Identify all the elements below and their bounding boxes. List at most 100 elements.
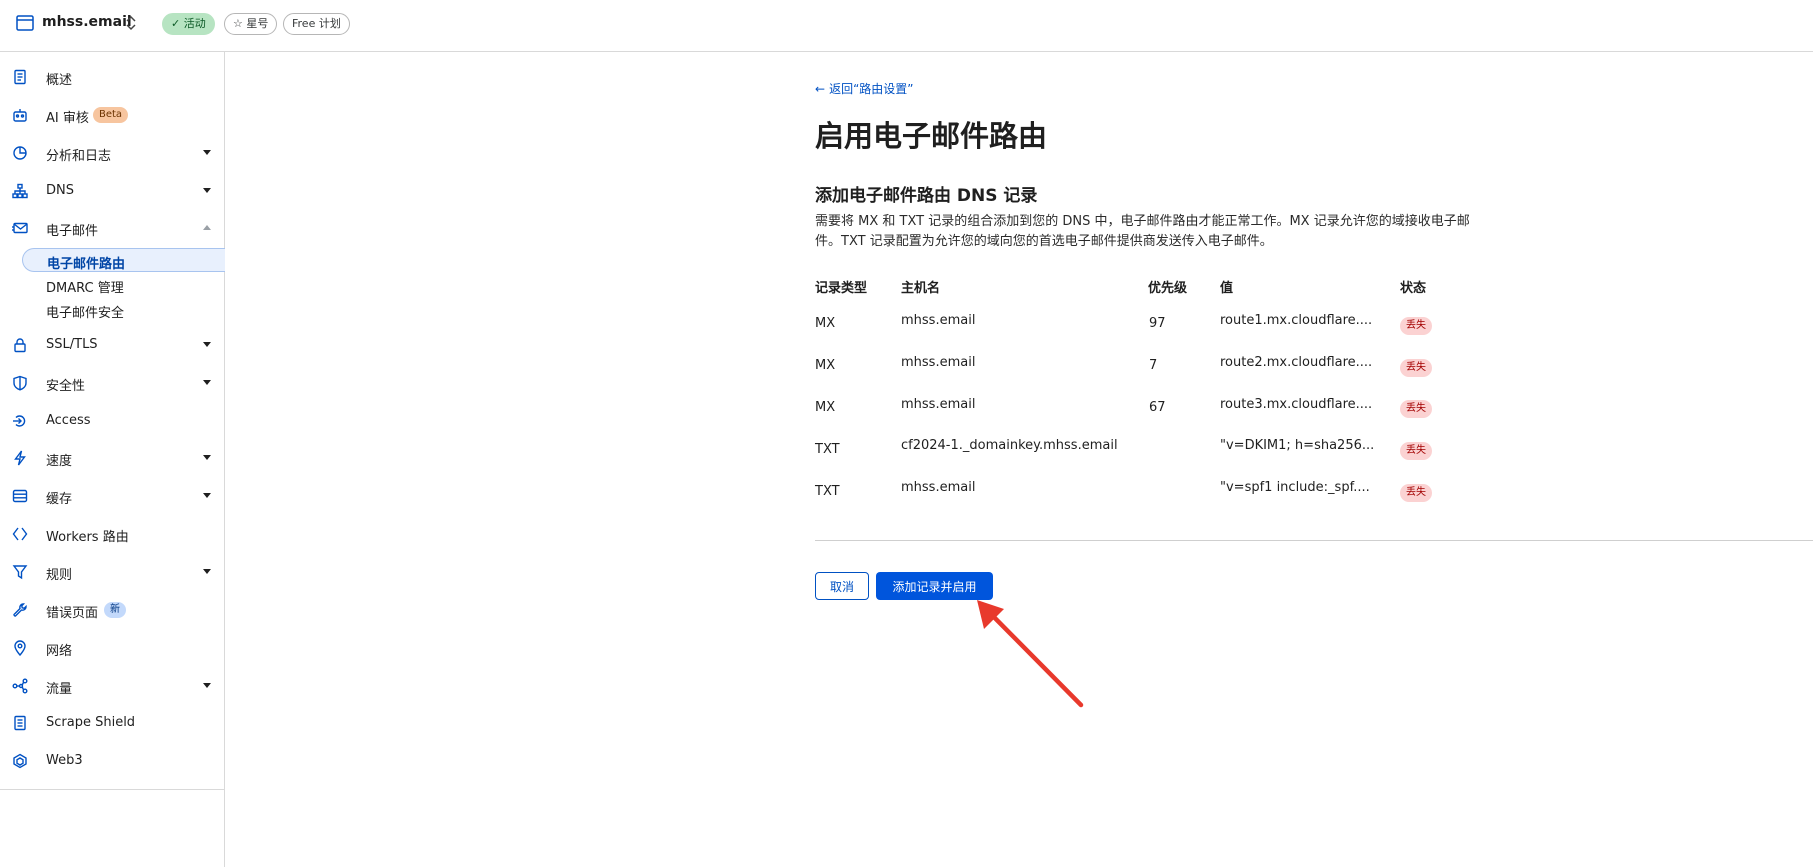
record-value: route3.mx.cloudflare.... [1220, 397, 1373, 412]
sidebar-item-traffic[interactable]: 流量 [0, 671, 224, 701]
status-badge-active: ✓ 活动 [162, 13, 215, 35]
sidebar-item-dns[interactable]: DNS [0, 176, 224, 206]
network-icon [12, 183, 28, 199]
sidebar-item-error-pages[interactable]: 错误页面 新 [0, 595, 224, 625]
workers-icon [12, 527, 28, 541]
section-description: 需要将 MX 和 TXT 记录的组合添加到您的 DNS 中，电子邮件路由才能正常… [815, 214, 1470, 249]
web3-icon [13, 753, 27, 769]
top-bar: mhss.email ✓ 活动 ☆ 星号 Free 计划 [0, 0, 1813, 52]
sidebar-item-label: 概述 [46, 73, 73, 88]
record-value: route2.mx.cloudflare.... [1220, 355, 1373, 370]
record-type: MX [815, 358, 836, 373]
column-header-type: 记录类型 [815, 281, 868, 296]
status-badge-missing: 丢失 [1400, 442, 1432, 460]
chevron-up-down-icon[interactable] [124, 14, 138, 32]
record-host: mhss.email [901, 480, 976, 495]
sidebar-item-overview[interactable]: 概述 [0, 62, 224, 92]
record-priority: 67 [1149, 400, 1166, 415]
record-host: mhss.email [901, 397, 976, 412]
star-button[interactable]: ☆ 星号 [224, 13, 278, 35]
sidebar-item-security[interactable]: 安全性 [0, 368, 224, 398]
sidebar-item-speed[interactable]: 速度 [0, 443, 224, 473]
column-header-status: 状态 [1400, 281, 1427, 296]
sidebar-item-label: 分析和日志 [46, 149, 112, 164]
record-priority: 97 [1149, 316, 1166, 331]
sidebar-item-label: AI 审核 [46, 111, 89, 126]
sidebar-item-label: 网络 [46, 644, 73, 659]
caret-down-icon [203, 569, 211, 574]
caret-down-icon [203, 493, 211, 498]
sidebar-subitem-dmarc[interactable]: DMARC 管理 [22, 273, 225, 297]
shield-icon [13, 375, 27, 391]
sidebar-item-label: 规则 [46, 568, 73, 583]
sidebar-divider [0, 789, 225, 790]
status-badge-missing: 丢失 [1400, 317, 1432, 335]
sidebar-item-label: Workers 路由 [46, 530, 129, 545]
record-host: mhss.email [901, 313, 976, 328]
caret-down-icon [203, 150, 211, 155]
mail-icon [12, 222, 28, 234]
column-header-value: 值 [1220, 281, 1234, 296]
document-icon [14, 69, 26, 85]
annotation-arrow-icon [977, 600, 1084, 708]
record-priority: 7 [1149, 358, 1158, 373]
sidebar-item-ai-audit[interactable]: AI 审核 Beta [0, 100, 224, 130]
column-header-host: 主机名 [901, 281, 941, 296]
wrench-icon [13, 603, 27, 617]
back-link-label: 返回“路由设置” [829, 82, 914, 96]
cancel-button[interactable]: 取消 [815, 572, 869, 600]
sidebar-item-cache[interactable]: 缓存 [0, 481, 224, 511]
rules-icon [12, 565, 28, 580]
record-host: mhss.email [901, 355, 976, 370]
section-divider [815, 540, 1813, 541]
robot-icon [13, 109, 27, 122]
sidebar-item-scrape-shield[interactable]: Scrape Shield [0, 708, 224, 738]
sidebar-item-label: 缓存 [46, 492, 73, 507]
sidebar-subitem-email-routing[interactable]: 电子邮件路由 [22, 248, 225, 272]
record-value: "v=spf1 include:_spf.... [1220, 480, 1370, 495]
lightning-icon [14, 450, 26, 466]
scrape-shield-icon [14, 715, 26, 731]
sidebar-item-label: Scrape Shield [46, 715, 136, 730]
pie-chart-icon [13, 146, 27, 160]
access-icon [13, 415, 26, 427]
sidebar-item-rules[interactable]: 规则 [0, 557, 224, 587]
sidebar-item-network[interactable]: 网络 [0, 633, 224, 663]
caret-down-icon [203, 188, 211, 193]
sidebar-item-workers-routes[interactable]: Workers 路由 [0, 519, 224, 549]
sidebar-subitem-email-security[interactable]: 电子邮件安全 [22, 298, 225, 322]
sidebar-subitem-label: 电子邮件路由 [47, 257, 126, 272]
record-value: route1.mx.cloudflare.... [1220, 313, 1373, 328]
caret-up-icon [203, 225, 211, 230]
record-type: TXT [815, 484, 840, 499]
sidebar-item-email[interactable]: 电子邮件 [0, 213, 224, 243]
sidebar-item-web3[interactable]: Web3 [0, 746, 224, 776]
new-badge: 新 [104, 602, 126, 618]
location-pin-icon [14, 640, 26, 656]
plan-badge[interactable]: Free 计划 [283, 13, 350, 35]
record-type: MX [815, 400, 836, 415]
back-to-routing-settings-link[interactable]: ← 返回“路由设置” [815, 80, 914, 97]
sidebar-item-label: 安全性 [46, 379, 86, 394]
caret-down-icon [203, 342, 211, 347]
caret-down-icon [203, 683, 211, 688]
page-title: 启用电子邮件路由 [815, 119, 1048, 153]
record-type: MX [815, 316, 836, 331]
sidebar-item-label: 速度 [46, 454, 73, 469]
record-type: TXT [815, 442, 840, 457]
sidebar-item-label: 流量 [46, 682, 73, 697]
sidebar-item-ssl-tls[interactable]: SSL/TLS [0, 330, 224, 360]
sidebar: 概述 AI 审核 Beta 分析和日志 DNS 电子邮件 电子邮件路由 DMAR… [0, 52, 225, 867]
caret-down-icon [203, 380, 211, 385]
beta-badge: Beta [93, 107, 129, 123]
arrow-left-icon: ← [815, 82, 826, 96]
storage-icon [12, 489, 28, 503]
record-value: "v=DKIM1; h=sha256... [1220, 438, 1375, 453]
sidebar-subitem-label: DMARC 管理 [46, 281, 124, 296]
browser-window-icon [16, 15, 34, 31]
sidebar-item-label: Access [46, 413, 91, 428]
caret-down-icon [203, 455, 211, 460]
site-name: mhss.email [42, 14, 132, 30]
sidebar-item-analytics[interactable]: 分析和日志 [0, 138, 224, 168]
sidebar-item-access[interactable]: Access [0, 406, 224, 436]
